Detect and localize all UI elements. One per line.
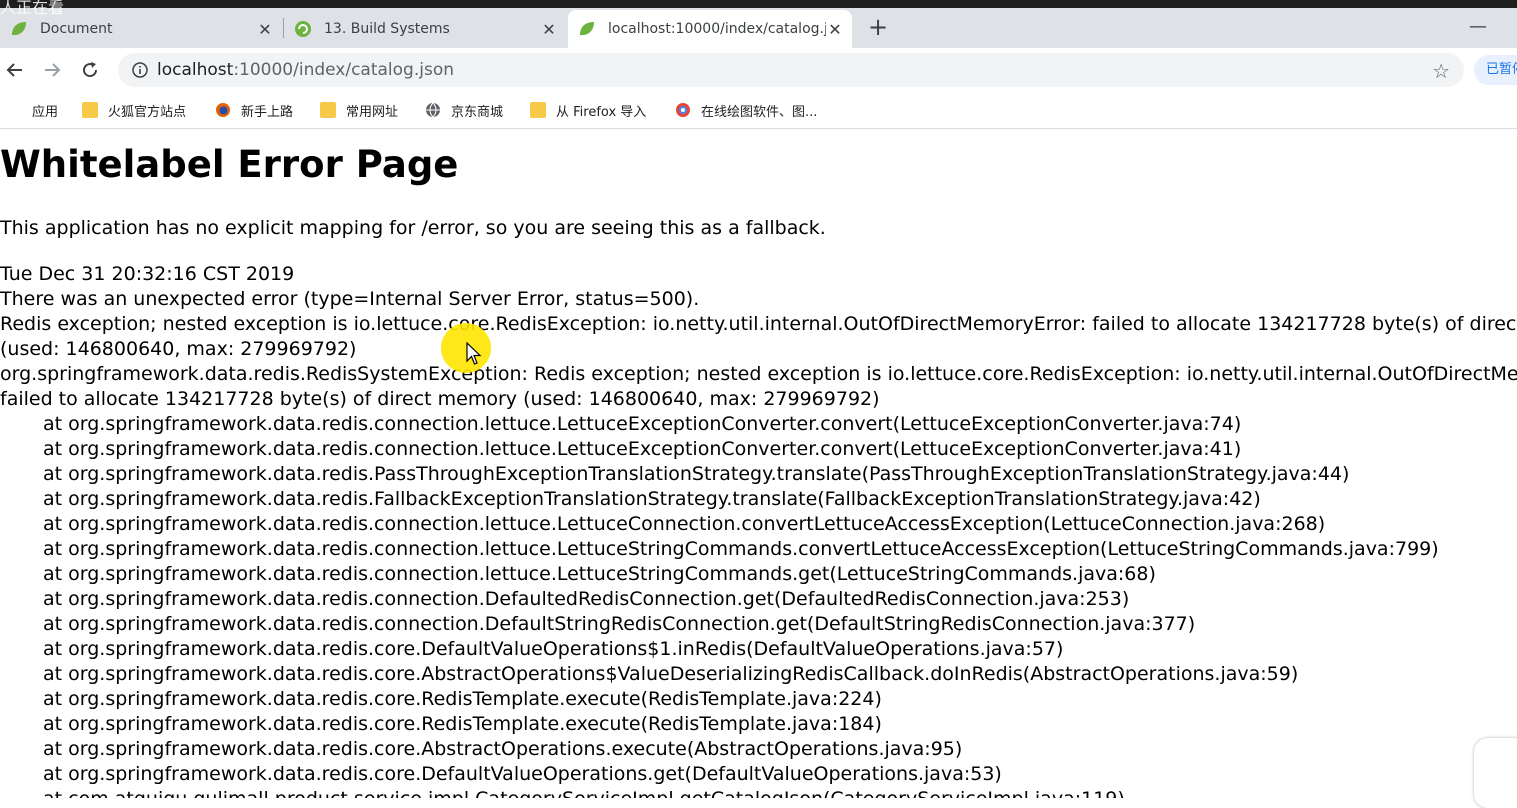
arrow-left-icon: [6, 63, 22, 77]
browser-toolbar: localhost:10000/index/catalog.json ☆ 已暂停: [0, 48, 1517, 92]
error-message: failed to allocate 134217728 byte(s) of …: [0, 388, 880, 410]
close-icon[interactable]: ✕: [826, 20, 844, 39]
bookmark-label: 从 Firefox 导入: [556, 104, 647, 120]
stack-frame: at org.springframework.data.redis.PassTh…: [43, 463, 1350, 485]
reload-button[interactable]: [76, 56, 104, 84]
bookmark-star-icon[interactable]: ☆: [1432, 59, 1450, 83]
error-message: (used: 146800640, max: 279969792): [0, 338, 357, 360]
spring-leaf-icon: [12, 22, 26, 36]
bookmark-label: 火狐官方站点: [108, 104, 187, 120]
bookmark-firefox-official[interactable]: 火狐官方站点: [82, 100, 186, 120]
folder-icon: [82, 102, 98, 118]
tab-strip: 人正在看 Document ✕ 13. Build Systems ✕ loca…: [0, 0, 1517, 48]
close-icon[interactable]: ✕: [540, 20, 558, 39]
bookmark-label: 在线绘图软件、图...: [701, 104, 818, 120]
error-trace: Tue Dec 31 20:32:16 CST 2019 There was a…: [0, 262, 1517, 798]
globe-icon: [426, 102, 440, 118]
stack-frame: at org.springframework.data.redis.connec…: [43, 588, 1130, 610]
error-message: Redis exception; nested exception is io.…: [0, 313, 1517, 335]
stack-frame: at org.springframework.data.redis.connec…: [43, 438, 1242, 460]
bookmarks-bar: 应用 火狐官方站点 新手上路 常用网址 京东商城 从 Firefox 导入 在线…: [0, 92, 1517, 129]
bookmark-online-drawing[interactable]: 在线绘图软件、图...: [675, 100, 817, 120]
back-button[interactable]: [1, 56, 29, 84]
info-icon[interactable]: [132, 62, 148, 78]
tab-catalog-json[interactable]: localhost:10000/index/catalog.json ✕: [568, 10, 852, 48]
stack-frame: at org.springframework.data.redis.core.R…: [43, 713, 882, 735]
stack-frame: at org.springframework.data.redis.core.A…: [43, 738, 963, 760]
bookmark-label: 京东商城: [451, 104, 504, 120]
stack-frame: at org.springframework.data.redis.core.D…: [43, 638, 1064, 660]
close-icon[interactable]: ✕: [256, 20, 274, 39]
folder-icon: [320, 102, 336, 118]
page-content: Whitelabel Error Page This application h…: [0, 129, 1517, 798]
url-path: :10000/index/catalog.json: [233, 60, 455, 80]
tab-build-systems[interactable]: 13. Build Systems ✕: [284, 10, 566, 48]
stack-frame: at org.springframework.data.redis.connec…: [43, 413, 1242, 435]
bookmark-label: 应用: [32, 104, 59, 120]
tab-title: localhost:10000/index/catalog.json: [608, 21, 826, 37]
stack-frame: at org.springframework.data.redis.connec…: [43, 613, 1196, 635]
stack-frame: at org.springframework.data.redis.connec…: [43, 513, 1326, 535]
site-icon: [676, 103, 690, 117]
window-top-bar: 人正在看: [0, 0, 1517, 17]
minimize-button[interactable]: —: [1466, 16, 1490, 37]
stack-frame: at org.springframework.data.redis.connec…: [43, 538, 1439, 560]
address-bar[interactable]: localhost:10000/index/catalog.json ☆: [118, 53, 1464, 87]
profile-button[interactable]: 已暂停: [1474, 55, 1517, 85]
error-timestamp: Tue Dec 31 20:32:16 CST 2019: [0, 263, 295, 285]
firefox-icon: [216, 103, 230, 117]
arrow-right-icon: [45, 63, 61, 77]
tab-title: Document: [40, 21, 113, 37]
stack-frame: at org.springframework.data.redis.Fallba…: [43, 488, 1261, 510]
stack-frame: at org.springframework.data.redis.core.R…: [43, 688, 882, 710]
mouse-cursor-icon: [466, 342, 482, 365]
bookmark-label: 新手上路: [241, 104, 294, 120]
url-host: localhost: [157, 60, 234, 80]
tab-document[interactable]: Document ✕: [0, 10, 282, 48]
intro-text: This application has no explicit mapping…: [0, 217, 826, 239]
new-tab-button[interactable]: +: [866, 15, 890, 40]
apps-icon: [6, 102, 22, 118]
stack-frame: at org.springframework.data.redis.core.A…: [43, 663, 1299, 685]
url-text[interactable]: localhost:10000/index/catalog.json: [157, 60, 454, 80]
bookmark-apps[interactable]: 应用: [6, 100, 58, 120]
refresh-leaf-icon: [295, 21, 311, 37]
reload-icon: [83, 62, 98, 78]
bookmark-common-sites[interactable]: 常用网址: [320, 100, 398, 120]
page-title: Whitelabel Error Page: [0, 143, 459, 186]
bookmark-jd[interactable]: 京东商城: [425, 100, 503, 120]
bookmark-label: 常用网址: [346, 104, 399, 120]
stack-frame: at com.atguigu.gulimall.product.service.…: [0, 787, 1517, 798]
error-message: org.springframework.data.redis.RedisSyst…: [0, 363, 1517, 385]
bookmark-import-firefox[interactable]: 从 Firefox 导入: [530, 100, 646, 120]
spring-leaf-icon: [580, 22, 594, 36]
stack-frame: at org.springframework.data.redis.connec…: [43, 563, 1156, 585]
tab-title: 13. Build Systems: [324, 21, 450, 37]
stack-frame: at org.springframework.data.redis.core.D…: [43, 763, 1002, 785]
bookmark-getting-started[interactable]: 新手上路: [215, 100, 293, 120]
error-status: There was an unexpected error (type=Inte…: [0, 288, 700, 310]
forward-button[interactable]: [38, 56, 66, 84]
folder-icon: [530, 102, 546, 118]
